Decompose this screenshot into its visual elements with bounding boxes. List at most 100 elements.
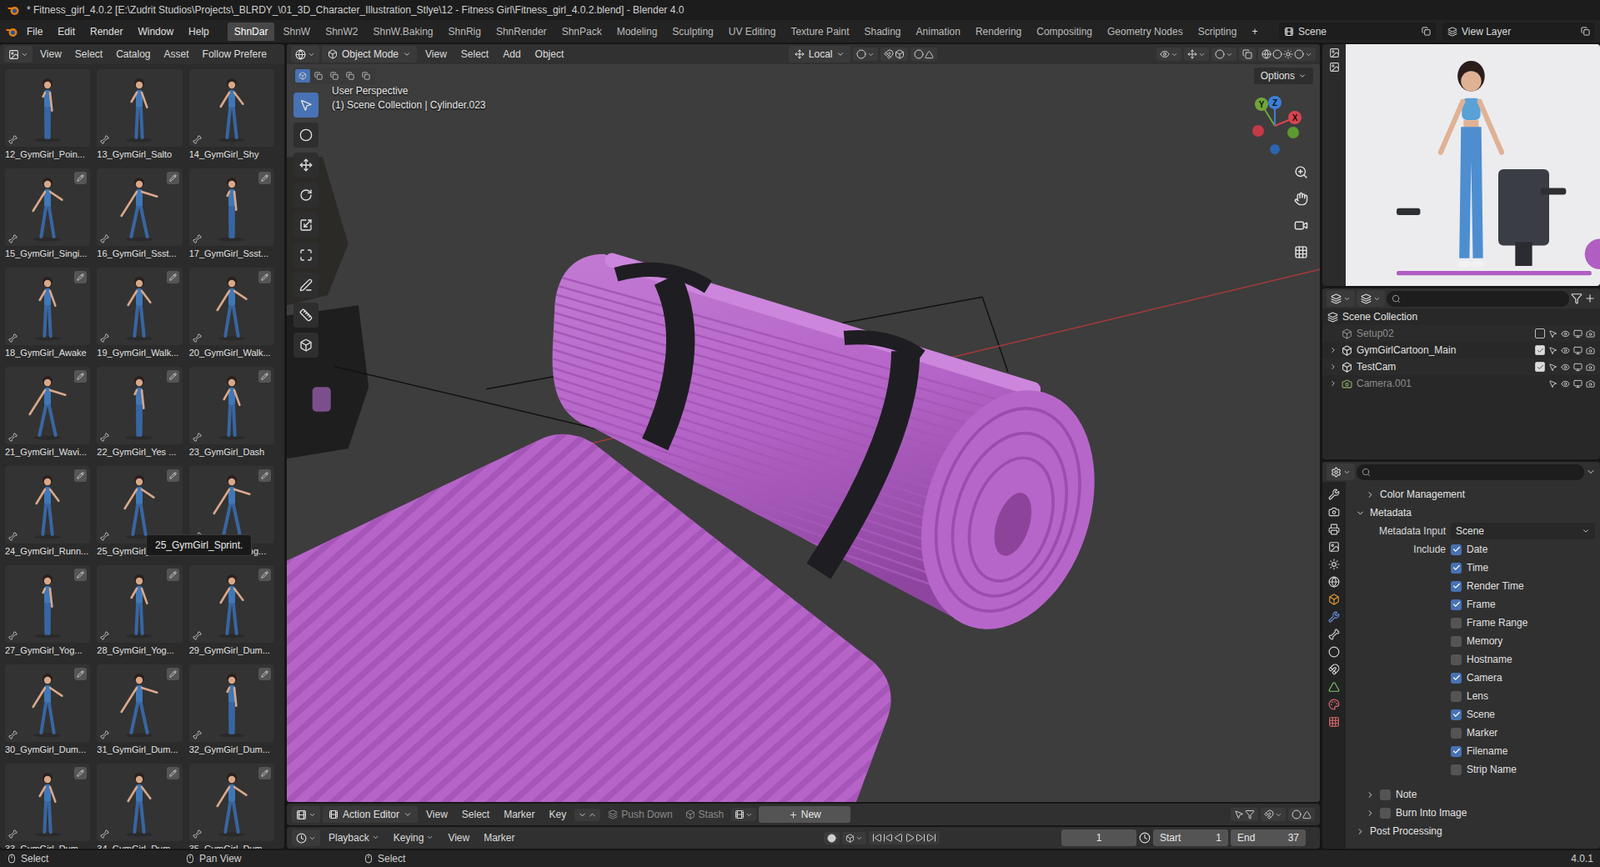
material-tab-icon[interactable] [1328, 698, 1340, 711]
filter-group[interactable] [1230, 807, 1259, 822]
selectable-icon[interactable] [1548, 346, 1558, 356]
chevron-down-icon[interactable] [1585, 466, 1596, 477]
push-down-button[interactable]: Push Down [602, 806, 678, 823]
physics-tab-icon[interactable] [1328, 646, 1340, 658]
checkbox[interactable] [1450, 746, 1462, 758]
menu-item[interactable]: Help [181, 22, 216, 41]
filter-icon[interactable] [1570, 292, 1583, 305]
workspace-tab[interactable]: ShnRender [489, 22, 554, 41]
data-tab-icon[interactable] [1328, 681, 1340, 693]
asset-item[interactable]: 33_GymGirl_Dum... [5, 763, 91, 849]
menu-item[interactable]: View [34, 45, 68, 63]
checkbox-row[interactable]: Camera [1352, 668, 1595, 688]
select-mode-button[interactable] [295, 69, 311, 83]
snap-group[interactable] [880, 47, 908, 61]
edit-badge[interactable] [166, 667, 180, 681]
workspace-tab[interactable]: ShnPack [555, 22, 609, 41]
edit-badge[interactable] [258, 667, 271, 681]
visibility-icon[interactable] [1560, 329, 1570, 339]
asset-item[interactable]: 19_GymGirl_Walk... [96, 267, 182, 361]
exclude-checkbox[interactable] [1534, 361, 1545, 372]
asset-item[interactable]: 28_GymGirl_Yog... [96, 565, 182, 658]
checkbox-row[interactable]: Memory [1352, 631, 1595, 651]
render-toggle-icon[interactable] [1585, 362, 1595, 372]
checkbox-row[interactable]: Strip Name [1352, 760, 1595, 779]
menu-item[interactable]: Marker [477, 829, 521, 847]
start-frame-field[interactable]: Start1 [1153, 829, 1229, 847]
checkbox-row[interactable]: IncludeDate [1352, 540, 1595, 559]
menu-item[interactable]: Keying [387, 829, 441, 847]
asset-item[interactable]: 32_GymGirl_Dum... [189, 664, 275, 758]
asset-item[interactable]: 15_GymGirl_Singi... [5, 168, 91, 261]
checkbox[interactable] [1379, 789, 1391, 801]
editor-type-button[interactable] [291, 829, 321, 847]
checkbox[interactable] [1450, 727, 1462, 739]
render-toggle-icon[interactable] [1585, 346, 1595, 356]
render-toggle-icon[interactable] [1585, 379, 1595, 389]
checkbox[interactable] [1450, 764, 1462, 776]
checkbox[interactable] [1450, 709, 1462, 721]
xray-group[interactable] [1238, 47, 1256, 61]
texture-tab-icon[interactable] [1328, 716, 1340, 728]
tool-button[interactable] [293, 122, 319, 148]
viewport-toggle-icon[interactable] [1573, 379, 1583, 389]
edit-badge[interactable] [74, 370, 87, 383]
constraints-tab-icon[interactable] [1328, 663, 1340, 676]
pivot-group[interactable] [852, 47, 878, 61]
asset-item[interactable]: 31_GymGirl_Dum... [96, 664, 182, 758]
visibility-icon[interactable] [1560, 362, 1570, 372]
checkbox-row[interactable]: Filename [1352, 742, 1595, 761]
checkbox-row[interactable]: Lens [1352, 687, 1595, 706]
checkbox[interactable] [1450, 599, 1462, 611]
gizmo-group[interactable] [1183, 47, 1209, 61]
workspace-tab[interactable]: Shading [857, 22, 908, 41]
editor-type-button[interactable] [290, 45, 320, 63]
exclude-checkbox[interactable] [1534, 328, 1545, 339]
edit-badge[interactable] [258, 767, 271, 780]
exclude-checkbox[interactable] [1534, 345, 1545, 356]
tool-button[interactable] [293, 212, 319, 238]
menu-item[interactable]: Catalog [110, 45, 156, 63]
tool-button[interactable] [293, 242, 319, 268]
orientation-dropdown[interactable]: Local [788, 45, 852, 63]
auto-keying-button[interactable] [823, 832, 840, 845]
outliner-row[interactable]: Setup02 [1322, 325, 1600, 342]
workspace-tab[interactable]: ShnW.Baking [366, 22, 441, 41]
select-mode-button[interactable] [310, 69, 327, 83]
output-tab-icon[interactable] [1328, 523, 1340, 536]
duplicate-icon[interactable] [1580, 26, 1590, 36]
snap-group[interactable] [1260, 807, 1286, 822]
edit-badge[interactable] [166, 568, 180, 582]
edit-badge[interactable] [258, 568, 271, 582]
checkbox-row[interactable]: Marker [1352, 723, 1595, 743]
render-toggle-icon[interactable] [1585, 329, 1595, 339]
viewport-toggle-icon[interactable] [1573, 362, 1583, 372]
zoom-button[interactable] [1289, 160, 1312, 183]
preview-range-icon[interactable] [1138, 832, 1151, 844]
viewport-toggle-icon[interactable] [1573, 329, 1583, 339]
subpanel-header[interactable]: Note [1352, 785, 1595, 804]
scene-selector[interactable]: Scene [1278, 22, 1436, 41]
asset-item[interactable]: 21_GymGirl_Wavi... [5, 366, 91, 460]
viewport-scene[interactable] [286, 64, 1320, 803]
duplicate-icon[interactable] [1421, 26, 1431, 36]
mode-dropdown[interactable]: Object Mode [321, 45, 417, 63]
asset-item[interactable]: 34_GymGirl_Dum... [96, 763, 182, 849]
ortho-button[interactable] [1289, 240, 1312, 263]
tool-button[interactable] [293, 182, 319, 208]
checkbox-row[interactable]: Hostname [1352, 650, 1595, 669]
modifier-tab-icon[interactable] [1328, 611, 1340, 623]
proportional-group[interactable] [910, 47, 938, 61]
checkbox-row[interactable]: Scene [1352, 705, 1595, 724]
menu-item[interactable]: Select [455, 45, 495, 63]
menu-item[interactable]: Render [83, 22, 130, 41]
new-collection-icon[interactable] [1584, 292, 1596, 305]
object-tab-icon[interactable] [1328, 593, 1340, 606]
editor-type-button[interactable] [291, 806, 321, 823]
particles-tab-icon[interactable] [1328, 628, 1340, 641]
shading-group[interactable] [1258, 47, 1316, 61]
asset-item[interactable]: 12_GymGirl_Poin... [5, 69, 91, 162]
tool-button[interactable] [293, 332, 319, 358]
panel-header[interactable]: Post Processing [1352, 822, 1595, 841]
outliner-row[interactable]: GymGirlCartoon_Main [1322, 341, 1600, 359]
